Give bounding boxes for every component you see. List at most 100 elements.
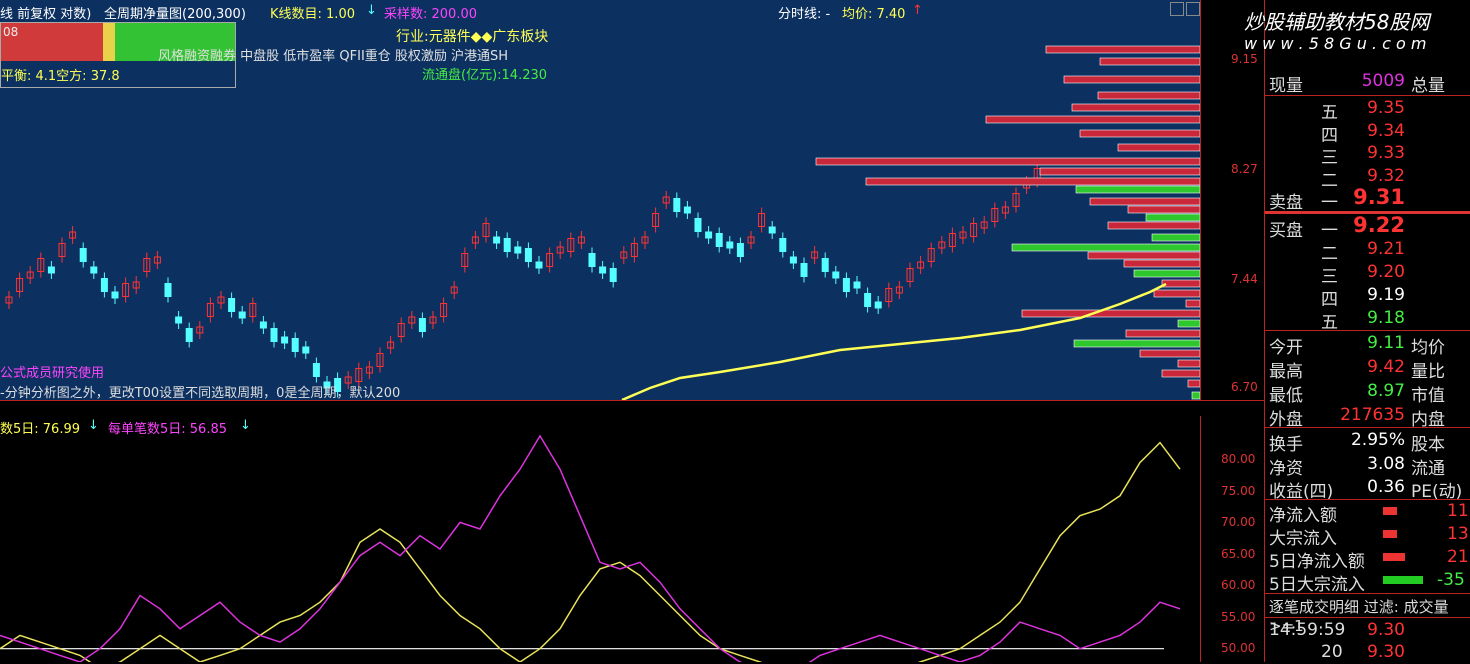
intraday-label: 分时线: - <box>778 7 831 22</box>
indicator-tick: 55.00 <box>1221 610 1256 624</box>
formula-note: 公式成员研究使用 <box>0 366 105 381</box>
candle-body <box>493 236 501 244</box>
ask-price: 9.34 <box>1367 121 1405 141</box>
price-tick: 7.44 <box>1231 272 1258 286</box>
candle-body <box>302 346 310 354</box>
tick-row: 20 9.30 <box>1265 641 1470 664</box>
bid-price: 9.18 <box>1367 308 1405 328</box>
panel-divider[interactable] <box>0 400 1264 417</box>
stat-row: 净资 3.08 流通 <box>1265 453 1470 479</box>
stat-label: 市值 <box>1411 386 1445 406</box>
watermark: 炒股辅助教材58股网 w w w . 5 8 G u . c o m <box>1234 0 1470 60</box>
stat-value: 3.08 <box>1367 454 1405 474</box>
volume-profile-bar <box>1161 369 1200 378</box>
bid-row[interactable]: 四 9.19 <box>1265 284 1470 310</box>
candle-body <box>853 281 861 289</box>
volume-profile-bar <box>1071 103 1200 112</box>
volume-profile-bar <box>1107 221 1200 230</box>
bid1-price: 9.22 <box>1353 213 1405 237</box>
ask-row[interactable]: 四 9.34 <box>1265 120 1470 146</box>
watermark-url: w w w . 5 8 G u . c o m <box>1244 34 1427 53</box>
candle-body <box>79 248 87 262</box>
volume-profile-bar <box>1185 299 1200 308</box>
candle-body <box>164 283 172 297</box>
indicator-panel[interactable]: 数5日: 76.99 ↓ 每单笔数5日: 56.85 ↓ <box>0 416 1200 662</box>
flow-bar <box>1383 576 1423 584</box>
volume-profile-bar <box>1089 197 1200 206</box>
balance-text: 平衡: 4.1空方: 37.8 <box>1 69 120 84</box>
flow-row: 大宗流入 13 <box>1265 523 1470 549</box>
main-chart-panel[interactable]: 线 前复权 对数) 全周期净量图(200,300) K线数目: 1.00 ↓ 采… <box>0 0 1200 400</box>
volume-profile-bar <box>1123 259 1200 268</box>
candle-body <box>90 266 98 274</box>
bid-row[interactable]: 二 9.21 <box>1265 238 1470 264</box>
candle-body <box>800 263 808 277</box>
divider <box>1265 95 1470 96</box>
flow-value: 11 <box>1447 501 1469 521</box>
bid-row[interactable]: 五 9.18 <box>1265 307 1470 333</box>
stat-row: 外盘 217635 内盘 <box>1265 404 1470 430</box>
indicator-tick: 60.00 <box>1221 578 1256 592</box>
series2-label: 每单笔数5日: 56.85 <box>108 422 227 437</box>
volume-profile-bar <box>1139 349 1200 358</box>
stat-value: 8.97 <box>1367 381 1405 401</box>
candle-body <box>694 218 702 232</box>
stat-row: 最低 8.97 市值 <box>1265 380 1470 406</box>
candle-body <box>715 233 723 247</box>
tick-price: 9.30 <box>1367 642 1405 662</box>
tick-row: 14:59:59 9.30 <box>1265 619 1470 642</box>
series1-label: 数5日: 76.99 <box>0 422 80 437</box>
ask-row[interactable]: 三 9.33 <box>1265 142 1470 168</box>
volume-profile-bar <box>1097 91 1200 100</box>
volume-profile-bar <box>1079 129 1200 138</box>
candle-body <box>683 206 691 214</box>
indicator-name[interactable]: 全周期净量图(200,300) <box>104 3 246 22</box>
window-restore-icon[interactable] <box>1170 2 1184 16</box>
volume-profile-bar <box>1191 391 1200 400</box>
candle-body <box>175 316 183 324</box>
candle-body <box>291 338 299 352</box>
candle-body <box>418 318 426 332</box>
candle-body <box>588 253 596 267</box>
indicator-tick: 65.00 <box>1221 547 1256 561</box>
indicator-tick: 50.00 <box>1221 641 1256 655</box>
bid-row[interactable]: 三 9.20 <box>1265 261 1470 287</box>
bid1-row[interactable]: 买盘 一 9.22 <box>1265 213 1470 241</box>
price-tick: 6.70 <box>1231 380 1258 394</box>
stat-label: 股本 <box>1411 435 1445 455</box>
period-note: -分钟分析图之外，更改T00设置不同选取周期，0是全周期，默认200 <box>0 386 401 400</box>
tick-time: 14:59:59 <box>1269 620 1346 640</box>
volume-profile-bar <box>1125 329 1200 338</box>
ticks-header[interactable]: 逐笔成交明细 过滤: 成交量>=1 <box>1265 595 1470 635</box>
series1-arrow-icon: ↓ <box>88 418 99 433</box>
candle-body <box>864 293 872 307</box>
candle-body <box>270 328 278 342</box>
volume-profile-bar <box>1063 75 1200 84</box>
ask1-row[interactable]: 卖盘 一 9.31 <box>1265 185 1470 213</box>
candle-body <box>821 258 829 272</box>
ask-row[interactable]: 五 9.35 <box>1265 97 1470 123</box>
ask-label: 卖盘 <box>1269 193 1303 213</box>
volume-profile-bar <box>1021 309 1200 318</box>
price-axis: 9.15 8.27 7.44 6.70 <box>1200 0 1265 400</box>
stat-value: 2.95% <box>1350 430 1405 450</box>
volume-profile-bar <box>985 115 1200 124</box>
candle-body <box>779 238 787 252</box>
indicator-tick: 70.00 <box>1221 515 1256 529</box>
candle-body <box>599 266 607 274</box>
candle-body <box>185 328 193 342</box>
volume-profile-bar <box>1039 167 1200 176</box>
stat-label: 换手 <box>1269 435 1303 455</box>
series-line-1 <box>0 441 1181 662</box>
candle-body <box>789 256 797 264</box>
window-close-icon[interactable] <box>1186 2 1200 16</box>
bid-price: 9.20 <box>1367 262 1405 282</box>
stat-label: 今开 <box>1269 338 1303 358</box>
volume-profile-bar <box>815 157 1200 166</box>
ask1-price: 9.31 <box>1353 185 1405 209</box>
ask-price: 9.33 <box>1367 143 1405 163</box>
volume-profile-bar <box>1133 269 1200 278</box>
indicator-axis: 80.00 75.00 70.00 65.00 60.00 55.00 50.0… <box>1200 416 1265 662</box>
stat-label: 最高 <box>1269 362 1303 382</box>
stat-label: 量比 <box>1411 362 1445 382</box>
